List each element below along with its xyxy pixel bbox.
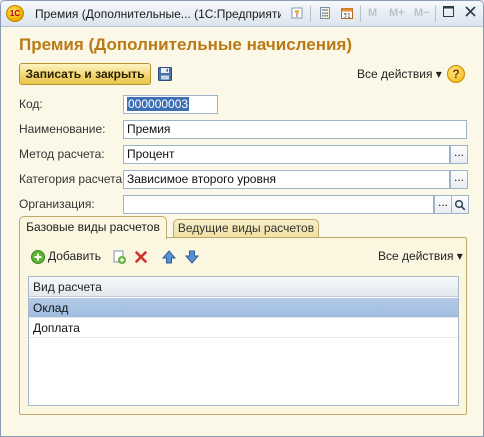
- save-disk-icon[interactable]: [157, 66, 173, 82]
- tab-base-calculations[interactable]: Базовые виды расчетов: [19, 216, 167, 239]
- name-field[interactable]: Премия: [123, 120, 467, 139]
- memory-minus-button[interactable]: M−: [414, 7, 430, 21]
- table-row[interactable]: Доплата: [29, 318, 458, 338]
- code-label: Код:: [19, 97, 43, 111]
- organization-field[interactable]: [123, 195, 434, 214]
- category-select-button[interactable]: ...: [450, 170, 468, 189]
- memory-m-button[interactable]: M: [368, 7, 377, 21]
- table-all-actions-menu[interactable]: Все действия ▾: [378, 249, 463, 265]
- svg-text:31: 31: [343, 13, 351, 20]
- name-label: Наименование:: [19, 122, 106, 136]
- category-label: Категория расчета:: [19, 172, 126, 186]
- window-title: Премия (Дополнительные... (1С:Предприяти…: [35, 7, 281, 21]
- organization-search-button[interactable]: [451, 195, 469, 214]
- close-icon[interactable]: [461, 4, 480, 23]
- calculations-table: Вид расчета Оклад Доплата: [28, 276, 459, 406]
- form-title: Премия (Дополнительные начисления): [19, 35, 353, 54]
- category-field[interactable]: Зависимое второго уровня: [123, 170, 450, 189]
- save-and-close-button[interactable]: Записать и закрыть: [19, 63, 151, 85]
- method-field[interactable]: Процент: [123, 145, 450, 164]
- calculator-icon[interactable]: [316, 5, 334, 23]
- method-label: Метод расчета:: [19, 147, 105, 161]
- code-field[interactable]: 000000003: [123, 95, 218, 114]
- copy-icon[interactable]: [111, 249, 127, 265]
- delete-icon[interactable]: [133, 249, 149, 265]
- move-up-icon[interactable]: [161, 249, 177, 265]
- table-row[interactable]: Оклад: [29, 298, 458, 318]
- document-window: 1С Премия (Дополнительные... (1С:Предпри…: [0, 0, 484, 437]
- add-icon[interactable]: [30, 249, 46, 265]
- method-select-button[interactable]: ...: [450, 145, 468, 164]
- organization-select-button[interactable]: ...: [434, 195, 452, 214]
- pin-icon[interactable]: [288, 5, 306, 23]
- tab-leading-calculations[interactable]: Ведущие виды расчетов: [173, 219, 319, 238]
- window-restore-icon[interactable]: [439, 4, 458, 23]
- organization-label: Организация:: [19, 197, 95, 211]
- memory-plus-button[interactable]: M+: [389, 7, 405, 21]
- help-icon[interactable]: ?: [447, 65, 465, 83]
- add-button[interactable]: Добавить: [48, 249, 101, 265]
- move-down-icon[interactable]: [184, 249, 200, 265]
- app-logo-icon[interactable]: 1С: [6, 5, 24, 22]
- calendar-icon[interactable]: 31: [338, 5, 356, 23]
- all-actions-menu[interactable]: Все действия ▾: [357, 67, 442, 83]
- title-bar: 1С Премия (Дополнительные... (1С:Предпри…: [1, 1, 483, 27]
- code-value: 000000003: [127, 97, 190, 111]
- column-header-calculation-type[interactable]: Вид расчета: [29, 277, 458, 297]
